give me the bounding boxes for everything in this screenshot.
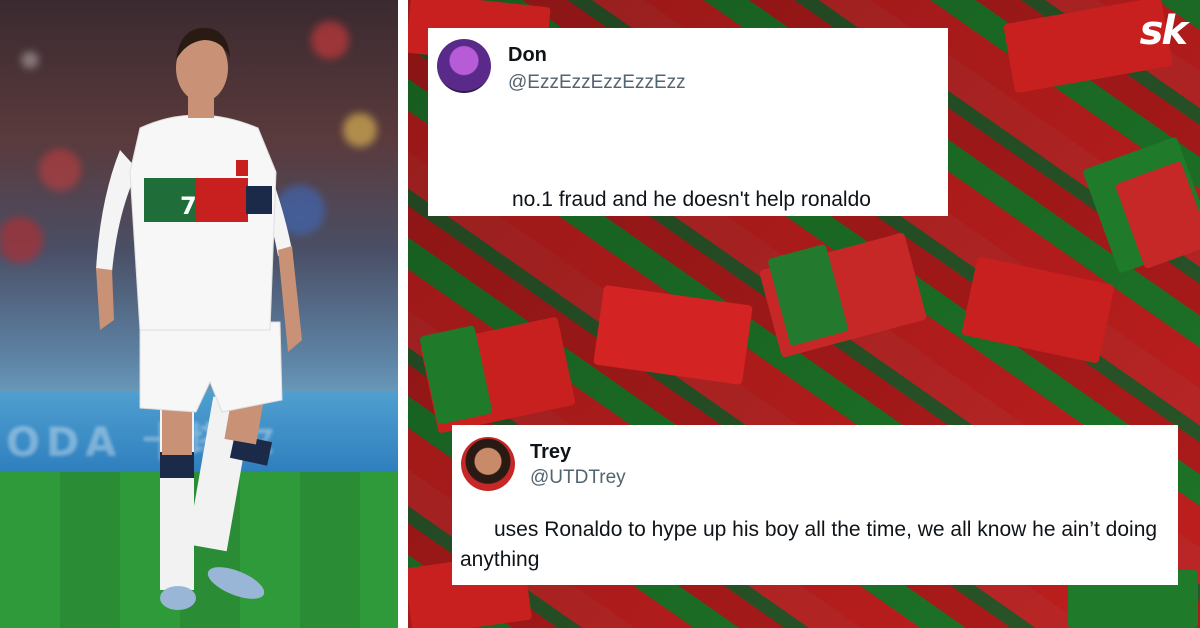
tweet-author-handle: @EzzEzzEzzEzzEzz — [508, 72, 686, 93]
tweet-author-name: Don — [508, 44, 547, 66]
avatar — [437, 39, 491, 93]
tweet-text: no.1 fraud and he doesn't help ronaldo — [512, 188, 871, 211]
player-figure: 7 — [96, 28, 302, 610]
tweet-card-trey: Trey @UTDTrey uses Ronaldo to hype up hi… — [452, 425, 1178, 585]
tweet-author-name: Trey — [530, 441, 572, 463]
tweet-text: uses Ronaldo to hype up his boy all the … — [460, 518, 1158, 571]
shirt-number: 7 — [180, 192, 197, 220]
player-photo: ODA 卡塔尔 7 — [0, 0, 398, 628]
tweet-author-handle: @UTDTrey — [530, 467, 626, 488]
sportskeeda-logo: sk — [1139, 8, 1188, 54]
tweet-card-don: Don @EzzEzzEzzEzzEzz no.1 fraud and he d… — [428, 28, 948, 216]
avatar — [461, 437, 515, 491]
